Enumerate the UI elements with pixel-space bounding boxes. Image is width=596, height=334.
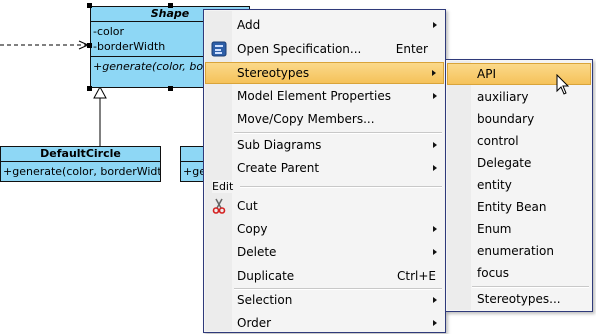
menu-item-label: auxiliary	[477, 90, 529, 104]
stereotype-item-delegate[interactable]: Delegate	[447, 152, 591, 174]
menu-item-label: Add	[237, 18, 261, 32]
menu-item-selection[interactable]: Selection	[205, 289, 444, 311]
menu-item-label: Entity Bean	[477, 200, 547, 214]
submenu-arrow-icon	[433, 22, 437, 28]
menu-item-label: enumeration	[477, 244, 554, 258]
menu-item-order[interactable]: Order	[205, 312, 444, 334]
default-circle-class[interactable]: DefaultCircle +generate(color, borderWid…	[0, 146, 161, 182]
menu-item-delete[interactable]: Delete	[205, 241, 444, 263]
menu-item-label: Duplicate	[237, 269, 295, 283]
stereotype-item-control[interactable]: control	[447, 130, 591, 152]
menu-item-label: Sub Diagrams	[237, 138, 322, 152]
edit-group-label: Edit	[212, 180, 236, 193]
stereotype-item-enum[interactable]: Enum	[447, 218, 591, 240]
submenu-arrow-icon	[433, 249, 437, 255]
operation[interactable]: +generate(color, borderWidth)	[3, 164, 160, 179]
menu-item-label: Stereotypes	[237, 66, 310, 80]
submenu-arrow-icon	[433, 165, 437, 171]
menu-item-label: Move/Copy Members...	[237, 112, 375, 126]
submenu-arrow-icon	[433, 297, 437, 303]
resize-handle[interactable]	[168, 3, 173, 8]
menu-item-label: Cut	[237, 199, 258, 213]
stereotype-item-entity[interactable]: entity	[447, 174, 591, 196]
menu-item-open-specification[interactable]: Open Specification... Enter	[205, 38, 444, 60]
menu-item-label: focus	[477, 266, 510, 280]
menu-item-cut[interactable]: Cut	[205, 195, 444, 217]
menu-item-label: control	[477, 134, 519, 148]
submenu-arrow-icon	[433, 142, 437, 148]
submenu-arrow-icon	[433, 226, 437, 232]
operations-compartment: +generate(color, borderWidth)	[1, 162, 160, 179]
menu-item-label: Model Element Properties	[237, 89, 391, 103]
menu-item-label: boundary	[477, 112, 535, 126]
submenu-arrow-icon	[432, 70, 436, 76]
class-name: DefaultCircle	[1, 147, 160, 162]
resize-handle[interactable]	[87, 43, 92, 48]
menu-item-duplicate[interactable]: Duplicate Ctrl+E	[205, 265, 444, 287]
menu-item-label: Create Parent	[237, 161, 320, 175]
context-menu: Add Open Specification... Enter Stereoty…	[203, 9, 446, 333]
menu-item-copy[interactable]: Copy	[205, 218, 444, 240]
mouse-cursor-icon	[556, 74, 570, 95]
menu-item-stereotypes[interactable]: Stereotypes	[205, 62, 444, 84]
menu-item-label: entity	[477, 178, 512, 192]
spec-icon	[211, 41, 227, 64]
stereotype-item-entity-bean[interactable]: Entity Bean	[447, 196, 591, 218]
menu-item-label: Selection	[237, 293, 293, 307]
menu-item-label: Delegate	[477, 156, 532, 170]
resize-handle[interactable]	[168, 86, 173, 91]
menu-item-label: API	[477, 67, 496, 81]
menu-item-label: Order	[237, 316, 272, 330]
stereotype-item-boundary[interactable]: boundary	[447, 108, 591, 130]
menu-item-create-parent[interactable]: Create Parent	[205, 157, 444, 179]
menu-item-move-copy-members[interactable]: Move/Copy Members...	[205, 108, 444, 130]
submenu-arrow-icon	[433, 320, 437, 326]
stereotypes-dialog-item[interactable]: Stereotypes...	[447, 288, 591, 310]
resize-handle[interactable]	[87, 86, 92, 91]
menu-item-label: Delete	[237, 245, 277, 259]
menu-item-model-element-properties[interactable]: Model Element Properties	[205, 85, 444, 107]
menu-separator	[240, 186, 442, 188]
stereotype-item-focus[interactable]: focus	[447, 262, 591, 284]
menu-item-sub-diagrams[interactable]: Sub Diagrams	[205, 134, 444, 156]
resize-handle[interactable]	[87, 3, 92, 8]
submenu-arrow-icon	[433, 93, 437, 99]
stereotypes-submenu: API auxiliary boundary control Delegate …	[445, 59, 593, 312]
shortcut-label: Enter	[395, 42, 428, 56]
menu-item-label: Open Specification...	[237, 42, 362, 56]
menu-item-add[interactable]: Add	[205, 14, 444, 36]
menu-item-label: Copy	[237, 222, 268, 236]
menu-item-label: Enum	[477, 222, 512, 236]
stereotype-item-enumeration[interactable]: enumeration	[447, 240, 591, 262]
shortcut-label: Ctrl+E	[397, 269, 436, 283]
menu-item-label: Stereotypes...	[477, 292, 561, 306]
